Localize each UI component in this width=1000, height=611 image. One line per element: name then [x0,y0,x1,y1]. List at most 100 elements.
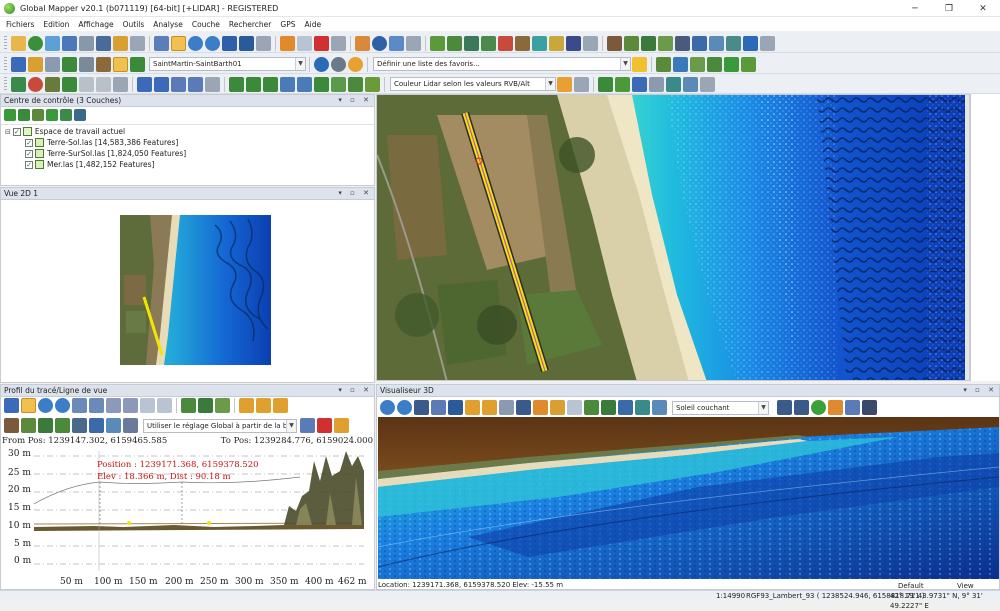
forest-icon[interactable] [658,35,673,51]
powerline-icon[interactable] [709,35,724,51]
favorites-combo[interactable]: Définir une liste des favoris... ▼ [373,57,631,71]
water-level-icon[interactable] [692,35,707,51]
3d-record-icon[interactable] [794,400,809,415]
viewer-3d-canvas[interactable] [378,417,999,579]
lidar-medveg-icon[interactable] [38,418,53,433]
vertex-icon[interactable] [707,56,722,72]
lighting-combo[interactable]: Soleil couchant ▼ [672,400,769,415]
3d-tools-icon[interactable] [499,400,514,415]
panel-window-buttons[interactable]: ▾ ▫ ✕ [338,95,372,106]
3d-sky-icon[interactable] [652,400,667,415]
lidar-ground-icon[interactable] [4,418,19,433]
feature-info-icon[interactable] [389,35,404,51]
play-icon[interactable] [811,400,826,415]
3d-fly-icon[interactable] [777,400,792,415]
3d-pencil-icon[interactable] [533,400,548,415]
panel-window-buttons[interactable]: ▾ ▫ ✕ [338,188,372,199]
profile-landcover-icon[interactable] [215,398,230,413]
view-shed-icon[interactable] [515,35,530,51]
stop-icon[interactable] [828,400,843,415]
satellite-icon[interactable] [566,35,581,51]
pencil-icon[interactable] [280,35,295,51]
profile-swap-icon[interactable] [256,398,271,413]
digitize-point-icon[interactable] [673,56,688,72]
config-icon[interactable] [11,56,26,72]
water-icon[interactable] [532,35,547,51]
layer-options-icon[interactable] [32,109,44,121]
home-icon[interactable] [239,35,254,51]
menu-edition[interactable]: Edition [43,20,69,29]
raster-icon[interactable] [549,35,564,51]
lidar-highveg-icon[interactable] [55,418,70,433]
profile-vertical-icon[interactable] [123,398,138,413]
profile-clear-icon[interactable] [317,418,332,433]
profile-export-icon[interactable] [273,398,288,413]
3d-measure-icon[interactable] [550,400,565,415]
profile-line-icon[interactable] [239,398,254,413]
lidar-wire-icon[interactable] [106,418,121,433]
terrain-analysis-icon[interactable] [447,35,462,51]
profile-terrain-icon[interactable] [181,398,196,413]
lidar-water-icon[interactable] [89,418,104,433]
dropdown-toggle-icon[interactable] [130,35,145,51]
lidar-tower-icon[interactable] [123,418,138,433]
measure-icon[interactable] [355,35,370,51]
layer-checkbox[interactable]: ✓ [25,149,33,158]
line-tool-icon[interactable] [229,76,244,92]
layer-up-icon[interactable] [46,109,58,121]
lidar-paint-icon[interactable] [62,76,77,92]
3d-light-icon[interactable] [465,400,480,415]
global-setting-combo[interactable]: Utiliser le réglage Global à partir de l… [143,418,297,433]
palette-icon[interactable] [557,76,572,92]
star-icon[interactable] [632,56,647,72]
lidar-class-icon[interactable] [598,76,613,92]
3d-exaggeration-icon[interactable] [635,400,650,415]
menu-affichage[interactable]: Affichage [78,20,113,29]
open-folder-icon[interactable] [11,35,26,51]
panel-window-buttons[interactable]: ▾ ▫ ✕ [338,385,372,396]
edit-tool-icon[interactable] [297,35,312,51]
tree-root-workspace[interactable]: ⊟ ✓ Espace de travail actuel [5,126,125,137]
3d-box-icon[interactable] [431,400,446,415]
target-icon[interactable] [28,76,43,92]
lidar-draw-icon[interactable] [79,76,94,92]
walk-icon[interactable] [414,400,429,415]
profile-grid-icon[interactable] [140,398,155,413]
lidar-edit-icon[interactable] [45,76,60,92]
dropdown-toggle-icon[interactable] [331,35,346,51]
overview-map[interactable] [120,215,271,365]
3d-veg-icon[interactable] [601,400,616,415]
3d-zoom-out-icon[interactable] [397,400,412,415]
flag-icon[interactable] [498,35,513,51]
move-icon[interactable] [137,76,152,92]
panel-window-buttons[interactable]: ▾ ▫ ✕ [963,385,997,396]
profile-pan-icon[interactable] [21,398,36,413]
zoom-out-icon[interactable] [205,35,220,51]
align-icon[interactable] [45,56,60,72]
layer-down-icon[interactable] [60,109,72,121]
3d-terrain-icon[interactable] [584,400,599,415]
3d-home-icon[interactable] [448,400,463,415]
lidar-lowveg-icon[interactable] [21,418,36,433]
lidar-filter-icon[interactable] [615,76,630,92]
globe-grid-icon[interactable] [314,56,329,72]
building-icon[interactable] [675,35,690,51]
watershed-icon[interactable] [481,35,496,51]
scale-icon[interactable] [171,76,186,92]
profile-measure-icon[interactable] [106,398,121,413]
info-icon[interactable] [372,35,387,51]
lidar-path-icon[interactable] [96,76,111,92]
split-icon[interactable] [246,76,261,92]
brush-icon[interactable] [724,56,739,72]
camera-icon[interactable] [862,400,877,415]
tree-icon[interactable] [641,35,656,51]
menu-outils[interactable]: Outils [123,20,145,29]
toolbar-grip[interactable] [4,35,7,51]
delete-x-icon[interactable] [314,35,329,51]
lidar-stats-icon[interactable] [666,76,681,92]
digitize-line-icon[interactable] [656,56,671,72]
simplify-icon[interactable] [314,76,329,92]
layer-checkbox[interactable]: ✓ [25,138,33,147]
globe-icon[interactable] [28,35,43,51]
menu-rechercher[interactable]: Rechercher [229,20,271,29]
